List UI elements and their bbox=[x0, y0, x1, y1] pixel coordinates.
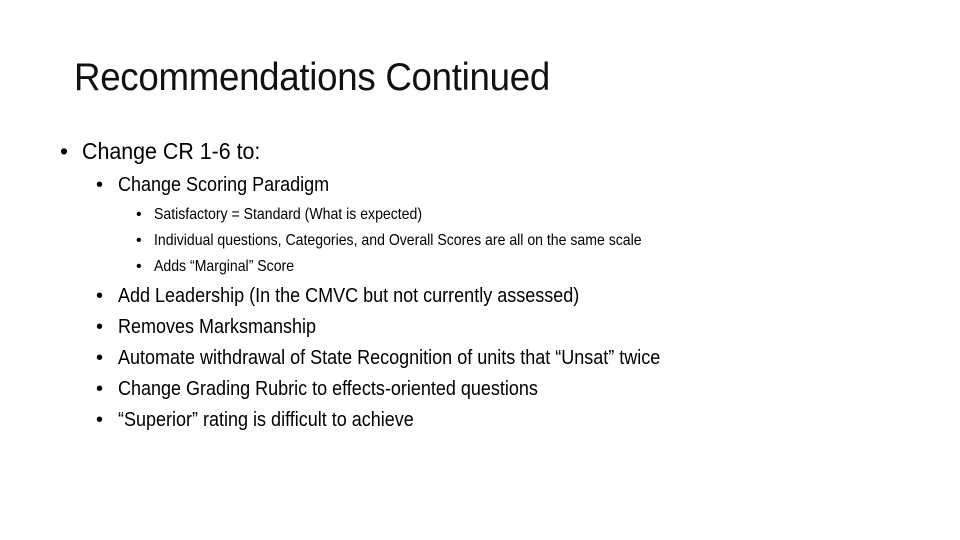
bullet-icon: • bbox=[96, 174, 104, 196]
bullet-text: Adds “Marginal” Score bbox=[154, 258, 295, 275]
bullet-icon: • bbox=[96, 409, 104, 431]
slide-title: Recommendations Continued bbox=[74, 56, 550, 99]
bullet-icon: • bbox=[96, 316, 104, 338]
bullet-text: Automate withdrawal of State Recognition… bbox=[118, 347, 661, 369]
bullet-icon: • bbox=[96, 378, 104, 400]
bullet-icon: • bbox=[60, 138, 69, 164]
bullet-text: Change Scoring Paradigm bbox=[118, 174, 330, 196]
bullet-icon: • bbox=[96, 285, 104, 307]
bullet-text: Individual questions, Categories, and Ov… bbox=[154, 232, 642, 249]
bullet-text: Satisfactory = Standard (What is expecte… bbox=[154, 206, 423, 223]
bullet-icon: • bbox=[136, 206, 142, 223]
bullet-text: “Superior” rating is difficult to achiev… bbox=[118, 409, 414, 431]
bullet-icon: • bbox=[96, 347, 104, 369]
bullet-text: Add Leadership (In the CMVC but not curr… bbox=[118, 285, 580, 307]
bullet-text: Change Grading Rubric to effects-oriente… bbox=[118, 378, 538, 400]
bullet-text: Change CR 1-6 to: bbox=[82, 138, 261, 164]
bullet-text: Removes Marksmanship bbox=[118, 316, 317, 338]
bullet-icon: • bbox=[136, 232, 142, 249]
bullet-icon: • bbox=[136, 258, 142, 275]
